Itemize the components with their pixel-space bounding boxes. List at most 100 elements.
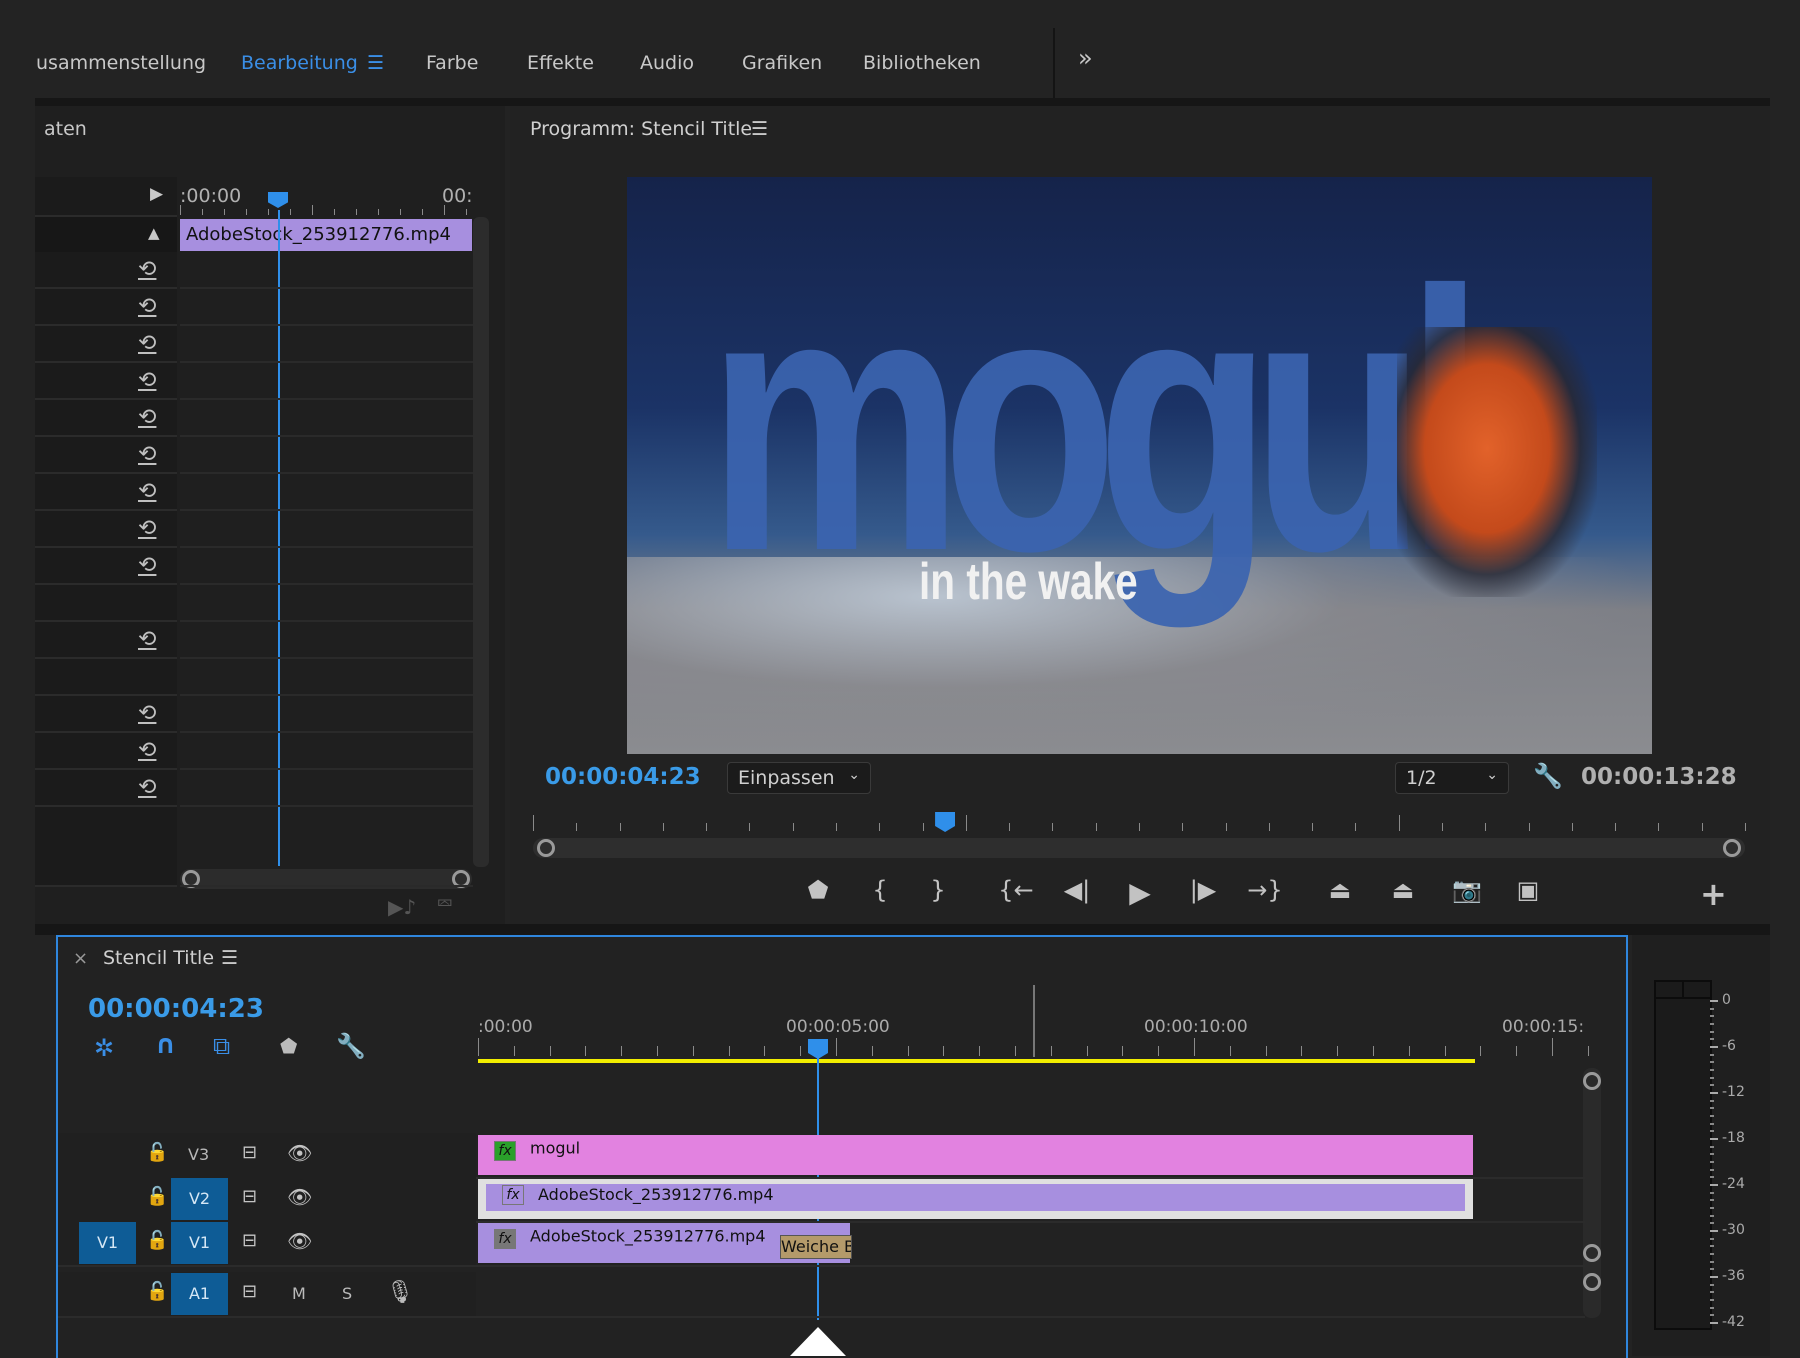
reset-parameter-icon[interactable]: ⟲	[138, 294, 156, 319]
audio-scroll-handle-top[interactable]	[1583, 1273, 1601, 1291]
workspace-tab-editing[interactable]: Bearbeitung	[241, 52, 358, 74]
mark-out-button[interactable]: }	[918, 876, 958, 904]
zoom-level-dropdown[interactable]: Einpassen ⌄	[727, 762, 871, 794]
collapse-triangle-icon[interactable]: ▲	[148, 224, 160, 242]
linked-selection-icon[interactable]: ⧉	[213, 1032, 230, 1060]
video-scroll-handle-top[interactable]	[1583, 1072, 1601, 1090]
export-icon[interactable]: ⮹	[436, 892, 454, 917]
track-target-v2[interactable]: V2	[171, 1178, 228, 1220]
source-patch-v1[interactable]: V1	[79, 1222, 136, 1264]
button-editor-add-icon[interactable]: +	[1700, 875, 1727, 913]
lock-icon[interactable]: 🔓	[146, 1186, 168, 1207]
workspace-tab-color[interactable]: Farbe	[426, 52, 478, 74]
keyframe-row[interactable]	[180, 548, 473, 585]
step-back-button[interactable]: ◀|	[1057, 876, 1097, 904]
track-target-v1[interactable]: V1	[171, 1222, 228, 1264]
lock-icon[interactable]: 🔓	[146, 1281, 168, 1302]
lock-icon[interactable]: 🔓	[146, 1230, 168, 1251]
lift-button[interactable]: ⏏	[1320, 876, 1360, 904]
expand-triangle-icon[interactable]: ▶	[150, 184, 163, 204]
workspace-tab-effects[interactable]: Effekte	[527, 52, 594, 74]
mute-button[interactable]: M	[292, 1284, 306, 1303]
keyframe-row[interactable]	[180, 400, 473, 437]
go-to-out-button[interactable]: →}	[1245, 876, 1285, 904]
timeline-vertical-scrollbar[interactable]	[1583, 1068, 1601, 1318]
add-marker-icon[interactable]: ⬟	[280, 1034, 297, 1058]
sequence-menu-icon[interactable]: ☰	[221, 947, 238, 969]
program-time-ruler[interactable]	[533, 815, 1746, 835]
step-forward-button[interactable]: |▶	[1183, 876, 1223, 904]
reset-parameter-icon[interactable]: ⟲	[138, 405, 156, 430]
solo-button[interactable]: S	[342, 1284, 352, 1303]
sync-lock-icon[interactable]: ⊟	[242, 1142, 257, 1163]
keyframe-row[interactable]	[180, 696, 473, 733]
reset-parameter-icon[interactable]: ⟲	[138, 775, 156, 800]
timeline-clip[interactable]: fx AdobeStock_253912776.mp4	[478, 1179, 1473, 1219]
eye-icon[interactable]: 👁	[287, 1185, 312, 1209]
close-sequence-icon[interactable]: ×	[73, 948, 88, 969]
reset-parameter-icon[interactable]: ⟲	[138, 516, 156, 541]
export-frame-button[interactable]: 📷	[1447, 876, 1487, 904]
nest-sequences-toggle-icon[interactable]: ✲	[94, 1034, 114, 1062]
workspace-menu-icon[interactable]: ☰	[367, 52, 384, 74]
program-zoom-scrollbar[interactable]	[533, 838, 1745, 858]
video-scroll-handle-bottom[interactable]	[1583, 1244, 1601, 1262]
keyframe-row[interactable]	[180, 585, 473, 622]
keyframe-row[interactable]	[180, 659, 473, 696]
program-zoom-handle-left[interactable]	[537, 839, 555, 857]
keyframe-row[interactable]	[180, 437, 473, 474]
sync-lock-icon[interactable]: ⊟	[242, 1186, 257, 1207]
keyframe-row[interactable]	[180, 511, 473, 548]
keyframe-row[interactable]	[180, 326, 473, 363]
effect-controls-ruler[interactable]	[180, 205, 472, 215]
timeline-time-ruler[interactable]	[478, 1038, 1589, 1060]
playback-resolution-dropdown[interactable]: 1/2 ⌄	[1395, 762, 1509, 794]
transition-label[interactable]: Weiche B	[780, 1235, 852, 1259]
timeline-current-timecode[interactable]: 00:00:04:23	[88, 994, 264, 1024]
ec-vertical-scrollbar[interactable]	[473, 217, 489, 867]
workspace-tab-assembly[interactable]: usammenstellung	[36, 52, 206, 74]
keyframe-row[interactable]	[180, 363, 473, 400]
reset-parameter-icon[interactable]: ⟲	[138, 442, 156, 467]
workspace-tab-graphics[interactable]: Grafiken	[742, 52, 822, 74]
ec-clip-bar[interactable]: AdobeStock_253912776.mp4	[180, 219, 472, 251]
comparison-view-button[interactable]: ▣	[1508, 876, 1548, 904]
timeline-settings-wrench-icon[interactable]: 🔧	[336, 1032, 366, 1060]
play-button[interactable]: ▶	[1120, 876, 1160, 909]
voice-over-mic-icon[interactable]: 🎙	[386, 1280, 414, 1305]
peak-indicator-left[interactable]	[1656, 982, 1684, 999]
reset-parameter-icon[interactable]: ⟲	[138, 368, 156, 393]
program-video-frame[interactable]: mogul in the wake	[627, 177, 1652, 754]
sync-lock-icon[interactable]: ⊟	[242, 1230, 257, 1251]
keyframe-row[interactable]	[180, 252, 473, 289]
keyframe-row[interactable]	[180, 807, 473, 887]
go-to-in-button[interactable]: {←	[996, 876, 1036, 904]
program-zoom-handle-right[interactable]	[1723, 839, 1741, 857]
lock-icon[interactable]: 🔓	[146, 1142, 168, 1163]
keyframe-row[interactable]	[180, 289, 473, 326]
workspace-tab-libraries[interactable]: Bibliotheken	[863, 52, 981, 74]
reset-parameter-icon[interactable]: ⟲	[138, 479, 156, 504]
track-target-a1[interactable]: A1	[171, 1273, 228, 1315]
overflow-chevron-icon[interactable]: »	[1078, 44, 1093, 72]
extract-button[interactable]: ⏏	[1383, 876, 1423, 904]
peak-indicator-right[interactable]	[1684, 982, 1710, 999]
sequence-tab-title[interactable]: Stencil Title	[103, 947, 214, 969]
sync-lock-icon[interactable]: ⊟	[242, 1281, 257, 1302]
keyframe-row[interactable]	[180, 474, 473, 511]
eye-icon[interactable]: 👁	[287, 1141, 312, 1165]
program-current-timecode[interactable]: 00:00:04:23	[545, 764, 701, 790]
reset-parameter-icon[interactable]: ⟲	[138, 627, 156, 652]
add-marker-button[interactable]: ⬟	[798, 876, 838, 904]
workspace-tab-audio[interactable]: Audio	[640, 52, 694, 74]
settings-wrench-icon[interactable]: 🔧	[1533, 762, 1563, 790]
play-audio-icon[interactable]: ▶♪	[388, 895, 416, 919]
snap-magnet-icon[interactable]: ∩	[155, 1030, 176, 1060]
keyframe-row[interactable]	[180, 622, 473, 659]
keyframe-row[interactable]	[180, 733, 473, 770]
reset-parameter-icon[interactable]: ⟲	[138, 738, 156, 763]
reset-parameter-icon[interactable]: ⟲	[138, 331, 156, 356]
reset-parameter-icon[interactable]: ⟲	[138, 701, 156, 726]
reset-parameter-icon[interactable]: ⟲	[138, 257, 156, 282]
reset-parameter-icon[interactable]: ⟲	[138, 553, 156, 578]
